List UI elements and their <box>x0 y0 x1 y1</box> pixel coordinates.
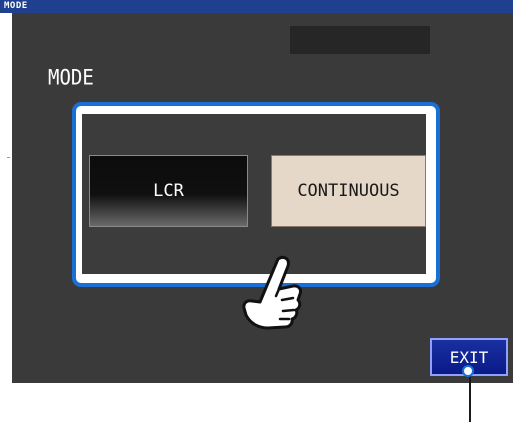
callout-line <box>469 375 471 422</box>
pointing-hand-icon <box>242 255 302 330</box>
continuous-mode-button[interactable]: CONTINUOUS <box>271 155 426 227</box>
window-title: MODE <box>4 1 28 11</box>
callout-marker <box>462 365 474 377</box>
lcr-mode-button[interactable]: LCR <box>89 155 248 227</box>
page-title: MODE <box>48 66 94 91</box>
margin-mark <box>7 157 10 158</box>
window-titlebar: MODE <box>0 0 513 13</box>
status-display <box>290 26 430 54</box>
